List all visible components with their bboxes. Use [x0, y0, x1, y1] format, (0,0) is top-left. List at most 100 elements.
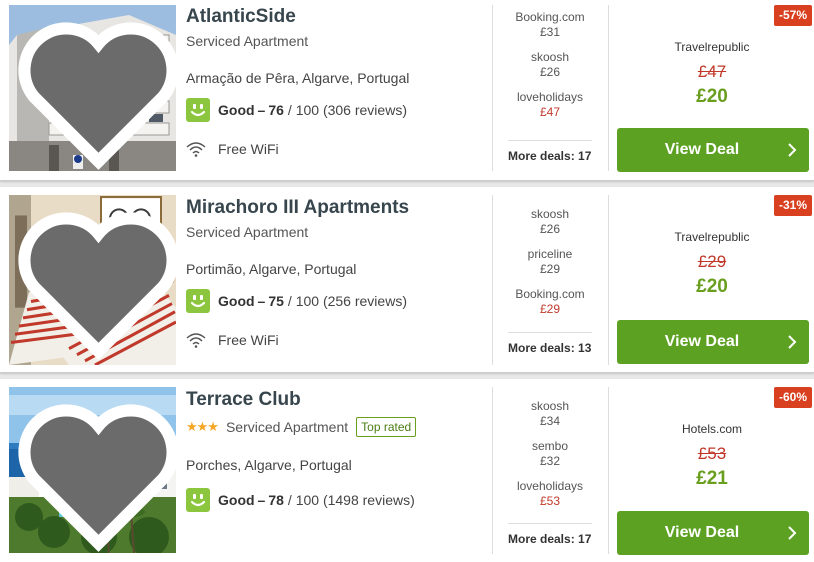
hotel-type: Serviced Apartment — [186, 224, 309, 240]
deal-item[interactable]: loveholidays £53 — [496, 479, 604, 519]
deal-provider: priceline — [527, 247, 573, 261]
hotel-type-row: Serviced Apartment — [186, 31, 486, 51]
deal-provider: Booking.com — [515, 10, 585, 24]
hotel-info: AtlanticSide Serviced Apartment Armação … — [186, 4, 486, 157]
chevron-right-icon — [788, 335, 797, 349]
hotel-type: Serviced Apartment — [225, 419, 349, 435]
hotel-name[interactable]: AtlanticSide — [186, 4, 486, 30]
hotel-photo[interactable] — [9, 5, 176, 171]
view-deal-button[interactable]: View Deal — [617, 320, 809, 364]
other-deals: skoosh £34 sembo £32 loveholidays £53 — [496, 399, 604, 519]
discount-badge: -31% — [773, 195, 812, 216]
heart-icon[interactable] — [15, 200, 176, 365]
rating-reviews: / 100 (306 reviews) — [287, 102, 407, 118]
deal-provider: skoosh — [530, 50, 570, 64]
divider — [608, 5, 609, 171]
deal-item[interactable]: loveholidays £47 — [496, 90, 604, 130]
deal-provider: Booking.com — [515, 287, 585, 301]
rating-dash: – — [257, 492, 266, 508]
deal-item[interactable]: Booking.com £31 — [496, 10, 604, 50]
other-deals: skoosh £26 priceline £29 Booking.com £29 — [496, 207, 604, 327]
other-deals: Booking.com £31 skoosh £26 loveholidays … — [496, 10, 604, 130]
amenity-label: Free WiFi — [218, 141, 279, 157]
deal-price: £32 — [539, 454, 561, 468]
hotel-photo[interactable] — [9, 387, 176, 554]
deal-price: £34 — [539, 414, 561, 428]
more-deals-link[interactable]: More deals: 17 — [508, 140, 592, 163]
deal-item[interactable]: priceline £29 — [496, 247, 604, 287]
best-deal: -31% Travelrepublic £29 £20 View Deal — [612, 195, 812, 365]
heart-icon[interactable] — [15, 10, 176, 171]
deal-item[interactable]: skoosh £26 — [496, 207, 604, 247]
heart-icon[interactable] — [15, 392, 176, 554]
rating-reviews: / 100 (1498 reviews) — [287, 492, 415, 508]
deal-price: £47 — [539, 105, 561, 119]
hotel-card[interactable]: Mirachoro III Apartments Serviced Apartm… — [0, 187, 814, 373]
best-deal: -60% Hotels.com £53 £21 View Deal — [612, 387, 812, 555]
deal-provider: sembo — [531, 439, 569, 453]
divider — [608, 195, 609, 365]
hotel-location: Portimão, Algarve, Portugal — [186, 261, 357, 277]
hotel-rating: Good – 78 / 100 (1498 reviews) — [186, 488, 415, 512]
deal-price: £31 — [539, 25, 561, 39]
rating-dash: – — [257, 293, 266, 309]
hotel-location: Armação de Pêra, Algarve, Portugal — [186, 70, 410, 86]
rating-word: Good — [218, 102, 255, 118]
view-deal-button[interactable]: View Deal — [617, 128, 809, 172]
hotel-location: Porches, Algarve, Portugal — [186, 457, 352, 473]
deal-price-current: £20 — [696, 86, 728, 107]
deal-item[interactable]: skoosh £26 — [496, 50, 604, 90]
hotel-results-list: AtlanticSide Serviced Apartment Armação … — [0, 0, 814, 562]
old-price: £53 — [697, 444, 727, 463]
hotel-info: Terrace Club ★★★ Serviced Apartment Top … — [186, 387, 486, 512]
wifi-icon — [186, 142, 206, 157]
best-deal-provider: Hotels.com — [681, 422, 743, 436]
view-deal-label: View Deal — [664, 524, 740, 541]
wifi-icon — [186, 333, 206, 348]
top-rated-badge: Top rated — [356, 417, 417, 437]
smiley-rating-icon — [186, 98, 210, 122]
deal-item[interactable]: skoosh £34 — [496, 399, 604, 439]
deal-provider: loveholidays — [516, 90, 584, 104]
hotel-card[interactable]: Terrace Club ★★★ Serviced Apartment Top … — [0, 379, 814, 562]
divider — [492, 195, 493, 365]
hotel-photo[interactable] — [9, 195, 176, 365]
hotel-name[interactable]: Terrace Club — [186, 387, 486, 413]
old-price: £47 — [697, 62, 727, 81]
deal-price-current: £20 — [696, 276, 728, 297]
hotel-type-row: ★★★ Serviced Apartment Top rated — [186, 417, 486, 437]
hotel-type: Serviced Apartment — [186, 33, 309, 49]
amenity-wifi: Free WiFi — [186, 330, 279, 350]
hotel-name[interactable]: Mirachoro III Apartments — [186, 195, 486, 221]
divider — [608, 387, 609, 554]
rating-word: Good — [218, 293, 255, 309]
deal-price-current: £21 — [696, 468, 728, 489]
chevron-right-icon — [788, 143, 797, 157]
deal-price: £53 — [539, 494, 561, 508]
old-price: £29 — [697, 252, 727, 271]
deal-provider: skoosh — [530, 207, 570, 221]
divider — [492, 5, 493, 171]
rating-dash: – — [257, 102, 266, 118]
hotel-card[interactable]: AtlanticSide Serviced Apartment Armação … — [0, 0, 814, 181]
view-deal-label: View Deal — [664, 141, 740, 158]
rating-word: Good — [218, 492, 255, 508]
discount-badge: -60% — [773, 387, 812, 408]
star-rating: ★★★ — [186, 419, 219, 434]
hotel-rating: Good – 76 / 100 (306 reviews) — [186, 98, 407, 122]
discount-badge: -57% — [773, 5, 812, 26]
deal-item[interactable]: Booking.com £29 — [496, 287, 604, 327]
smiley-rating-icon — [186, 289, 210, 313]
hotel-info: Mirachoro III Apartments Serviced Apartm… — [186, 195, 486, 348]
more-deals-link[interactable]: More deals: 17 — [508, 523, 592, 546]
best-deal-provider: Travelrepublic — [674, 40, 750, 54]
more-deals-link[interactable]: More deals: 13 — [508, 332, 592, 355]
deal-item[interactable]: sembo £32 — [496, 439, 604, 479]
chevron-right-icon — [788, 526, 797, 540]
deal-provider: skoosh — [530, 399, 570, 413]
deal-price: £26 — [539, 65, 561, 79]
rating-score: 76 — [268, 102, 284, 118]
amenity-wifi: Free WiFi — [186, 139, 279, 159]
view-deal-button[interactable]: View Deal — [617, 511, 809, 555]
smiley-rating-icon — [186, 488, 210, 512]
